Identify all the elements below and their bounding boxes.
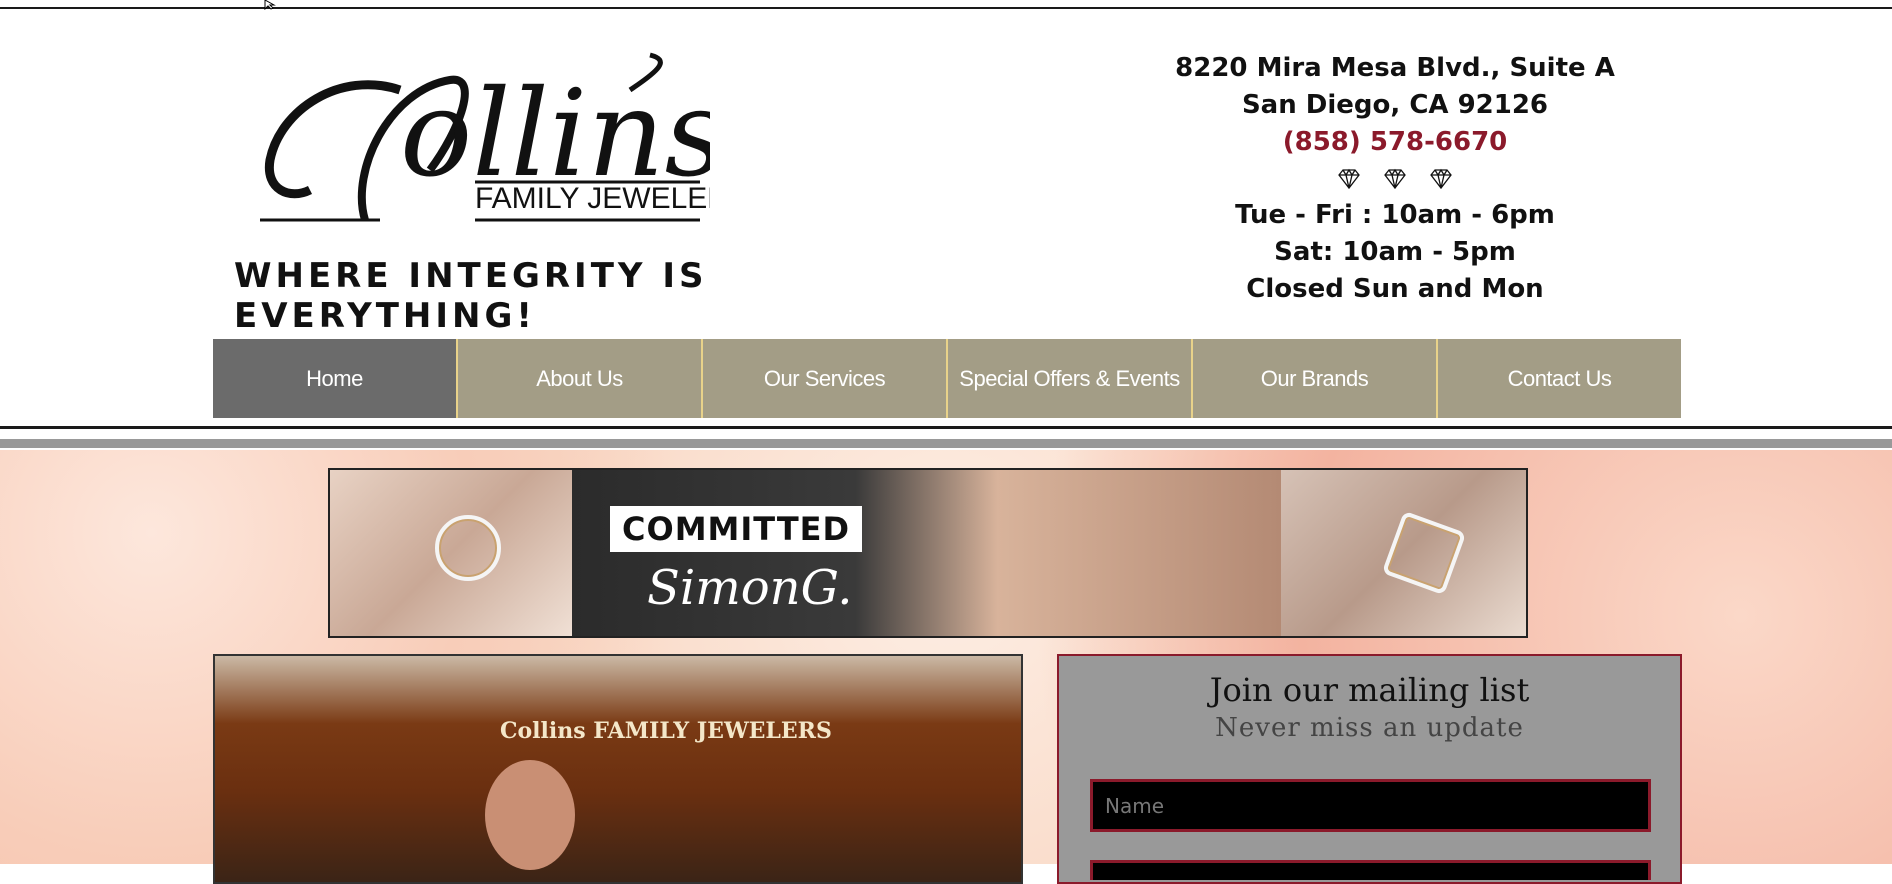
nav-item-our-services[interactable]: Our Services [701,339,946,418]
collins-logo[interactable]: ollins FAMILY JEWELERS [250,50,749,228]
tagline: WHERE INTEGRITY IS EVERYTHING! [234,256,708,336]
logo-icon: ollins FAMILY JEWELERS [260,52,749,222]
nav-item-about-us[interactable]: About Us [456,339,701,418]
name-input[interactable] [1090,779,1651,832]
email-input[interactable] [1090,860,1651,880]
store-sign: Collins FAMILY JEWELERS [500,718,832,744]
divider [0,426,1892,429]
mailing-list-form: Join our mailing list Never miss an upda… [1057,654,1682,884]
mouse-cursor-icon [264,0,276,10]
diamond-icon [1429,168,1453,190]
contact-block: 8220 Mira Mesa Blvd., Suite A San Diego,… [1145,50,1645,308]
svg-text:FAMILY JEWELERS: FAMILY JEWELERS [475,182,710,215]
ring-icon [435,515,501,581]
nav-item-special-offers[interactable]: Special Offers & Events [946,339,1191,418]
diamond-icon [1383,168,1407,190]
owner-figure [485,760,575,870]
main-nav: Home About Us Our Services Special Offer… [213,339,1681,418]
nav-item-contact-us[interactable]: Contact Us [1436,339,1681,418]
top-rule [0,7,1892,9]
promo-banner[interactable]: COMMITTED SimonG. [328,468,1528,638]
diamond-icon [1337,168,1361,190]
banner-couple-image: COMMITTED SimonG. [572,470,1281,636]
phone-link[interactable]: (858) 578-6670 [1145,124,1645,161]
nav-item-home[interactable]: Home [213,339,456,418]
nav-item-our-brands[interactable]: Our Brands [1191,339,1436,418]
diamond-divider [1145,163,1645,195]
banner-ring-image [330,470,572,636]
mailing-subtitle: Never miss an update [1215,713,1524,743]
hours-line-2: Sat: 10am - 5pm [1274,237,1516,267]
banner-headline: COMMITTED [610,506,863,552]
hours-line-1: Tue - Fri : 10am - 6pm [1235,200,1555,230]
banner-brand: SimonG. [647,560,853,616]
address-line-1: 8220 Mira Mesa Blvd., Suite A [1175,53,1615,83]
divider [0,439,1892,448]
ring-icon [1381,510,1467,596]
mailing-title: Join our mailing list [1209,671,1530,709]
address-line-2: San Diego, CA 92126 [1241,90,1549,120]
store-photo: Collins FAMILY JEWELERS [213,654,1023,884]
hours-line-3: Closed Sun and Mon [1246,274,1544,304]
banner-ring-image-2 [1281,470,1526,636]
